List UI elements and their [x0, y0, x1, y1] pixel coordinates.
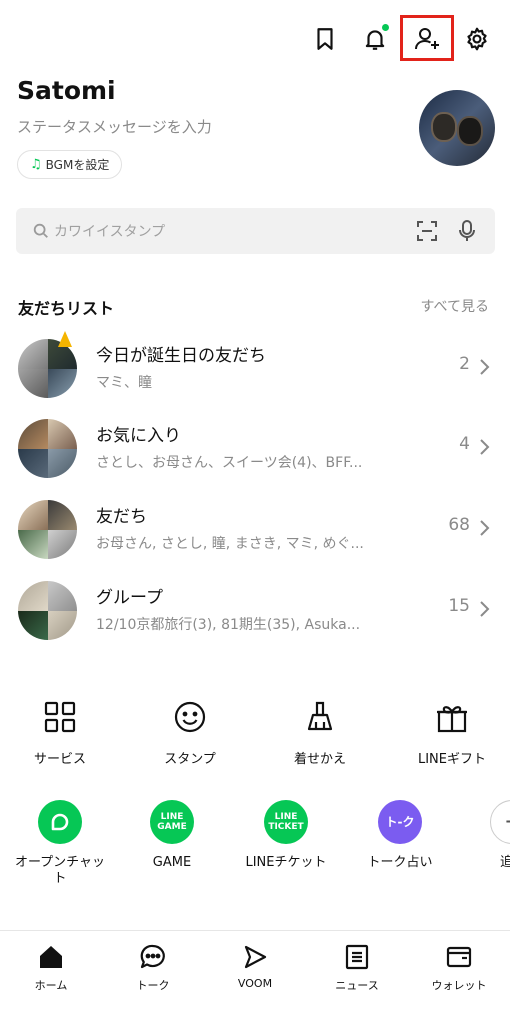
nav-wallet[interactable]: ウォレット: [408, 943, 510, 993]
line-ticket-icon: LINE TICKET: [264, 800, 308, 844]
app-ticket[interactable]: LINE TICKET LINEチケット: [236, 800, 336, 871]
qr-scan-icon[interactable]: [416, 220, 438, 242]
app-add[interactable]: + 追: [462, 800, 510, 871]
nav-label: トーク: [136, 979, 170, 992]
wallet-icon: [446, 946, 472, 968]
friend-row-subtitle: マミ、瞳: [96, 375, 152, 391]
add-friend-highlight: [400, 15, 454, 61]
brush-icon: [307, 701, 333, 731]
service-stickers[interactable]: スタンプ: [130, 700, 250, 770]
service-label: サービス: [33, 752, 86, 767]
friend-row-title: グループ: [96, 588, 163, 608]
app-label: 追: [500, 855, 510, 870]
friend-row-subtitle: 12/10京都旅行(3), 81期生(35), Asuka...: [96, 617, 361, 633]
friends-list-title: 友だちリスト: [18, 299, 115, 318]
service-label: スタンプ: [164, 752, 216, 767]
see-all-link[interactable]: すべて見る: [421, 296, 489, 316]
groups-avatar: [18, 581, 77, 640]
search-input[interactable]: カワイイスタンプ: [54, 221, 165, 241]
top-bar: [0, 0, 510, 80]
service-services[interactable]: サービス: [0, 700, 120, 770]
friend-row-favorites[interactable]: お気に入り さとし、お母さん、スイーツ会(4)、BFF... 4: [0, 418, 510, 480]
app-label: オープンチャット: [14, 855, 106, 886]
friend-row-title: 今日が誕生日の友だち: [96, 346, 266, 366]
friend-row-subtitle: さとし、お母さん、スイーツ会(4)、BFF...: [96, 455, 363, 471]
friend-row-count: 15: [448, 596, 470, 616]
chat-icon: [140, 944, 165, 969]
birthday-avatar: [18, 339, 77, 398]
chevron-right-icon: [480, 601, 490, 617]
home-icon: [40, 946, 62, 968]
nav-label: VOOM: [237, 977, 273, 990]
nav-label: ニュース: [335, 979, 379, 992]
news-icon: [345, 944, 369, 970]
status-message-input[interactable]: ステータスメッセージを入力: [17, 116, 212, 137]
friend-row-title: 友だち: [96, 507, 147, 527]
nav-chats[interactable]: トーク: [102, 943, 204, 993]
music-note-icon: ♫: [30, 157, 42, 172]
chevron-right-icon: [480, 439, 490, 455]
friend-row-friends[interactable]: 友だち お母さん, さとし, 瞳, まさき, マミ, めぐ... 68: [0, 499, 510, 561]
favorites-avatar: [18, 419, 77, 478]
friend-row-count: 2: [459, 354, 470, 374]
chevron-right-icon: [480, 359, 490, 375]
openchat-icon: [38, 800, 82, 844]
add-app-icon: +: [490, 800, 510, 844]
nav-label: ウォレット: [431, 979, 487, 992]
friend-row-groups[interactable]: グループ 12/10京都旅行(3), 81期生(35), Asuka... 15: [0, 580, 510, 642]
party-hat-icon: [58, 331, 72, 347]
service-gift[interactable]: LINEギフト: [392, 700, 510, 770]
smile-icon: [174, 701, 206, 733]
app-openchat[interactable]: オープンチャット: [10, 800, 110, 887]
nav-label: ホーム: [34, 979, 68, 992]
microphone-icon[interactable]: [456, 219, 478, 243]
profile-name[interactable]: Satomi: [17, 76, 116, 105]
service-themes[interactable]: 着せかえ: [260, 700, 380, 770]
profile-avatar[interactable]: [419, 90, 495, 166]
service-label: LINEギフト: [417, 752, 486, 767]
nav-home[interactable]: ホーム: [0, 943, 102, 993]
app-label: トーク占い: [367, 855, 433, 870]
app-talk-fortune[interactable]: ト-ク トーク占い: [350, 800, 450, 871]
settings-gear-icon[interactable]: [460, 22, 494, 56]
gift-icon: [437, 706, 467, 733]
avatar-dog-right: [457, 116, 483, 146]
bottom-nav: ホーム トーク VOOM ニュース ウォレット: [0, 930, 510, 1024]
chevron-right-icon: [480, 520, 490, 536]
friend-row-count: 4: [459, 434, 470, 454]
talk-fortune-icon: ト-ク: [378, 800, 422, 844]
notification-bell-icon[interactable]: [358, 22, 392, 56]
avatar-dog-left: [431, 112, 457, 142]
grid-icon: [44, 701, 76, 733]
nav-voom[interactable]: VOOM: [204, 943, 306, 990]
search-bar[interactable]: カワイイスタンプ: [16, 208, 495, 254]
service-label: 着せかえ: [293, 752, 346, 767]
search-icon: [33, 223, 48, 238]
friend-row-count: 68: [448, 515, 470, 535]
bgm-button[interactable]: ♫ BGMを設定: [17, 150, 123, 179]
nav-news[interactable]: ニュース: [306, 943, 408, 993]
app-label: LINEチケット: [245, 855, 327, 870]
bookmark-icon[interactable]: [308, 22, 342, 56]
app-game[interactable]: LINE GAME GAME: [122, 800, 222, 871]
app-label: GAME: [152, 855, 192, 870]
friend-row-subtitle: お母さん, さとし, 瞳, まさき, マミ, めぐ...: [96, 536, 364, 552]
bgm-button-label: BGMを設定: [45, 158, 110, 172]
friend-row-birthday[interactable]: 今日が誕生日の友だち マミ、瞳 2: [0, 331, 510, 400]
line-game-icon: LINE GAME: [150, 800, 194, 844]
notification-dot: [382, 24, 389, 31]
friend-row-title: お気に入り: [96, 426, 181, 446]
friends-avatar: [18, 500, 77, 559]
voom-icon: [244, 945, 267, 969]
